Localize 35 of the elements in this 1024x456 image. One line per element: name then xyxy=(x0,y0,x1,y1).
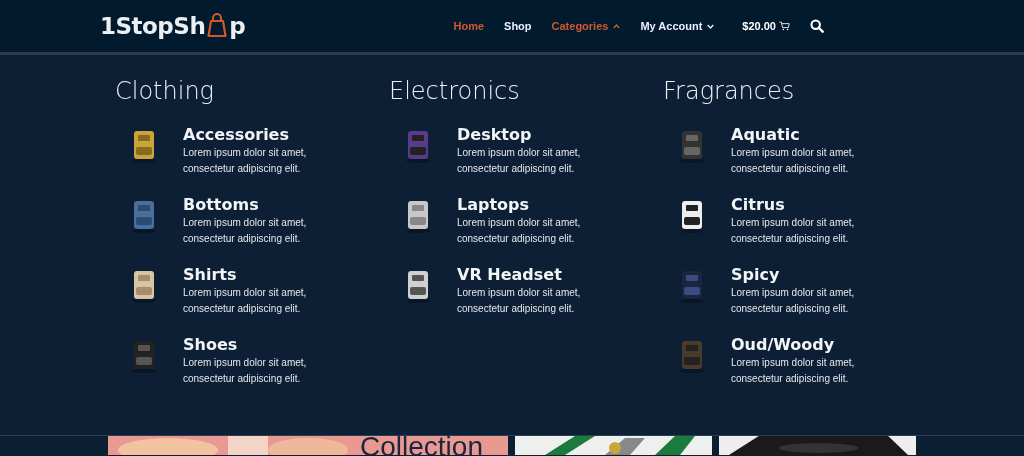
category-description: Lorem ipsum dolor sit amet, consectetur adipiscing elit. xyxy=(731,216,856,246)
category-link[interactable]: VR Headset xyxy=(457,265,562,285)
category-link[interactable]: Spicy xyxy=(731,265,780,285)
category-description: Lorem ipsum dolor sit amet, consectetur adipiscing elit. xyxy=(457,286,582,316)
category-link[interactable]: Laptops xyxy=(457,195,530,215)
category-link[interactable]: Bottoms xyxy=(183,195,259,215)
category-link[interactable]: Citrus xyxy=(731,195,785,215)
category-description: Lorem ipsum dolor sit amet, consectetur adipiscing elit. xyxy=(457,216,582,246)
category-link[interactable]: Shoes xyxy=(183,335,238,355)
logo-text[interactable]: p xyxy=(229,13,246,39)
category-description: Lorem ipsum dolor sit amet, consectetur adipiscing elit. xyxy=(183,356,308,386)
category-heading: Electronics xyxy=(389,77,521,105)
nav-link[interactable]: Categories xyxy=(551,20,621,32)
search-icon[interactable] xyxy=(810,19,824,33)
category-heading: Clothing xyxy=(115,77,215,105)
cart-icon xyxy=(779,21,790,31)
category-link[interactable]: Desktop xyxy=(457,125,532,145)
nav-link[interactable]: Shop xyxy=(504,20,532,32)
logo-text[interactable]: 1StopSh xyxy=(100,13,206,39)
category-description: Lorem ipsum dolor sit amet, consectetur adipiscing elit. xyxy=(731,146,856,176)
shopping-bag-icon xyxy=(207,12,228,38)
category-description: Lorem ipsum dolor sit amet, consectetur adipiscing elit. xyxy=(183,286,308,316)
category-link[interactable]: Shirts xyxy=(183,265,237,285)
category-link[interactable]: Aquatic xyxy=(731,125,800,145)
nav-link[interactable]: My Account xyxy=(640,20,715,32)
category-description: Lorem ipsum dolor sit amet, consectetur adipiscing elit. xyxy=(457,146,582,176)
cart-link[interactable]: $20.00 xyxy=(742,20,790,32)
category-description: Lorem ipsum dolor sit amet, consectetur adipiscing elit. xyxy=(731,356,856,386)
category-description: Lorem ipsum dolor sit amet, consectetur adipiscing elit. xyxy=(183,146,308,176)
category-link[interactable]: Oud/Woody xyxy=(731,335,835,355)
category-link[interactable]: Accessories xyxy=(183,125,289,145)
category-heading: Fragrances xyxy=(663,77,796,105)
category-description: Lorem ipsum dolor sit amet, consectetur adipiscing elit. xyxy=(183,216,308,246)
category-description: Lorem ipsum dolor sit amet, consectetur adipiscing elit. xyxy=(731,286,856,316)
nav-link[interactable]: Home xyxy=(453,20,485,32)
